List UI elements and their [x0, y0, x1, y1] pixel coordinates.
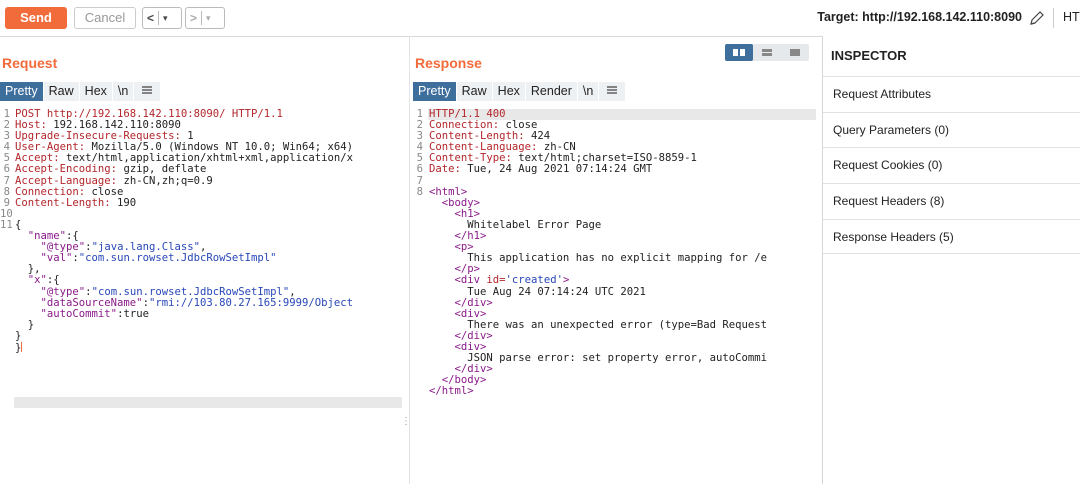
pencil-edit-icon[interactable]	[1028, 9, 1046, 27]
response-line: Date: Tue, 24 Aug 2021 07:14:24 GMT	[429, 163, 653, 176]
request-panel-title: Request	[2, 55, 58, 71]
response-tab-pretty[interactable]: Pretty	[413, 82, 456, 101]
inspector-item-request-headers[interactable]: Request Headers (8)	[823, 183, 1080, 218]
inspector-item-label: Response Headers (5)	[833, 230, 954, 244]
forward-arrow-icon[interactable]: >	[186, 11, 201, 25]
request-tab-pretty[interactable]: Pretty	[0, 82, 43, 101]
forward-dropdown-icon[interactable]: ▾	[202, 13, 215, 24]
inspector-item-response-headers[interactable]: Response Headers (5)	[823, 219, 1080, 254]
response-tab-render[interactable]: Render	[525, 82, 577, 101]
response-line: </h1>	[454, 230, 487, 243]
toolbar-overflow-text: HT	[1063, 10, 1080, 24]
request-line	[15, 209, 402, 220]
inspector-item-request-cookies[interactable]: Request Cookies (0)	[823, 147, 1080, 182]
response-tab-raw[interactable]: Raw	[456, 82, 492, 101]
request-line: }	[15, 329, 22, 342]
response-line: </html>	[429, 385, 474, 398]
inspector-item-label: Request Cookies (0)	[833, 158, 943, 172]
response-tab-newline[interactable]: \n	[577, 82, 599, 101]
resize-handle-icon[interactable]: ⋮	[401, 416, 411, 427]
layout-toggle[interactable]	[725, 44, 809, 61]
request-editor[interactable]: POST http://192.168.142.110:8090/ HTTP/1…	[15, 109, 402, 469]
top-toolbar: Send Cancel < ▾ > ▾ Target: http://192.1…	[0, 0, 1080, 37]
request-menu-icon[interactable]	[134, 82, 161, 101]
back-history-group[interactable]: < ▾	[142, 7, 182, 29]
response-line: <body>	[441, 196, 481, 209]
request-line: }	[15, 318, 35, 331]
request-line: "val":"com.sun.rowset.JdbcRowSetImpl"	[40, 252, 277, 265]
request-view-tabs: Pretty Raw Hex \n	[0, 82, 161, 101]
response-line: </div>	[454, 296, 493, 309]
response-editor[interactable]: HTTP/1.1 400 Connection: close Content-Len…	[429, 109, 818, 469]
response-menu-icon[interactable]	[599, 82, 626, 101]
request-line: Content-Length: 190	[15, 196, 137, 209]
toolbar-divider	[1053, 8, 1054, 28]
inspector-title: INSPECTOR	[831, 48, 907, 63]
response-line: </body>	[441, 374, 487, 387]
forward-history-group[interactable]: > ▾	[185, 7, 225, 29]
request-tab-raw[interactable]: Raw	[43, 82, 79, 101]
response-line: Whitelabel Error Page	[429, 218, 602, 231]
request-line: "autoCommit":true	[40, 307, 149, 320]
target-url: Target: http://192.168.142.110:8090	[817, 10, 1022, 24]
inspector-item-label: Request Attributes	[833, 87, 932, 101]
inspector-panel: INSPECTOR Request Attributes Query Param…	[822, 36, 1080, 484]
response-line: This application has no explicit mapping…	[429, 252, 768, 265]
response-panel-title: Response	[415, 55, 482, 71]
response-line: </div>	[454, 363, 493, 376]
response-view-tabs: Pretty Raw Hex Render \n	[413, 82, 626, 101]
request-tab-newline[interactable]: \n	[112, 82, 134, 101]
layout-stacked-icon[interactable]	[753, 44, 781, 61]
inspector-item-label: Query Parameters (0)	[833, 123, 950, 137]
response-line: <html>	[429, 185, 468, 198]
request-tab-hex[interactable]: Hex	[79, 82, 112, 101]
inspector-item-request-attributes[interactable]: Request Attributes	[823, 76, 1080, 111]
response-line: </div>	[454, 329, 493, 342]
send-button[interactable]: Send	[5, 7, 67, 29]
response-tab-hex[interactable]: Hex	[492, 82, 525, 101]
layout-single-icon[interactable]	[781, 44, 809, 61]
request-line-numbers: 1 2 3 4 5 6 7 8 9 10 11	[0, 108, 13, 231]
inspector-item-query-parameters[interactable]: Query Parameters (0)	[823, 112, 1080, 147]
cancel-button[interactable]: Cancel	[74, 7, 136, 29]
response-line: <div id='created'>	[454, 274, 570, 287]
response-line	[429, 176, 818, 187]
request-line: },	[15, 263, 41, 276]
back-dropdown-icon[interactable]: ▾	[159, 13, 172, 24]
layout-side-by-side-icon[interactable]	[725, 44, 753, 61]
text-cursor	[21, 341, 23, 352]
request-line: }	[15, 341, 23, 354]
inspector-item-label: Request Headers (8)	[833, 194, 945, 208]
back-arrow-icon[interactable]: <	[143, 11, 158, 25]
response-line-numbers: 12345678	[416, 108, 423, 198]
